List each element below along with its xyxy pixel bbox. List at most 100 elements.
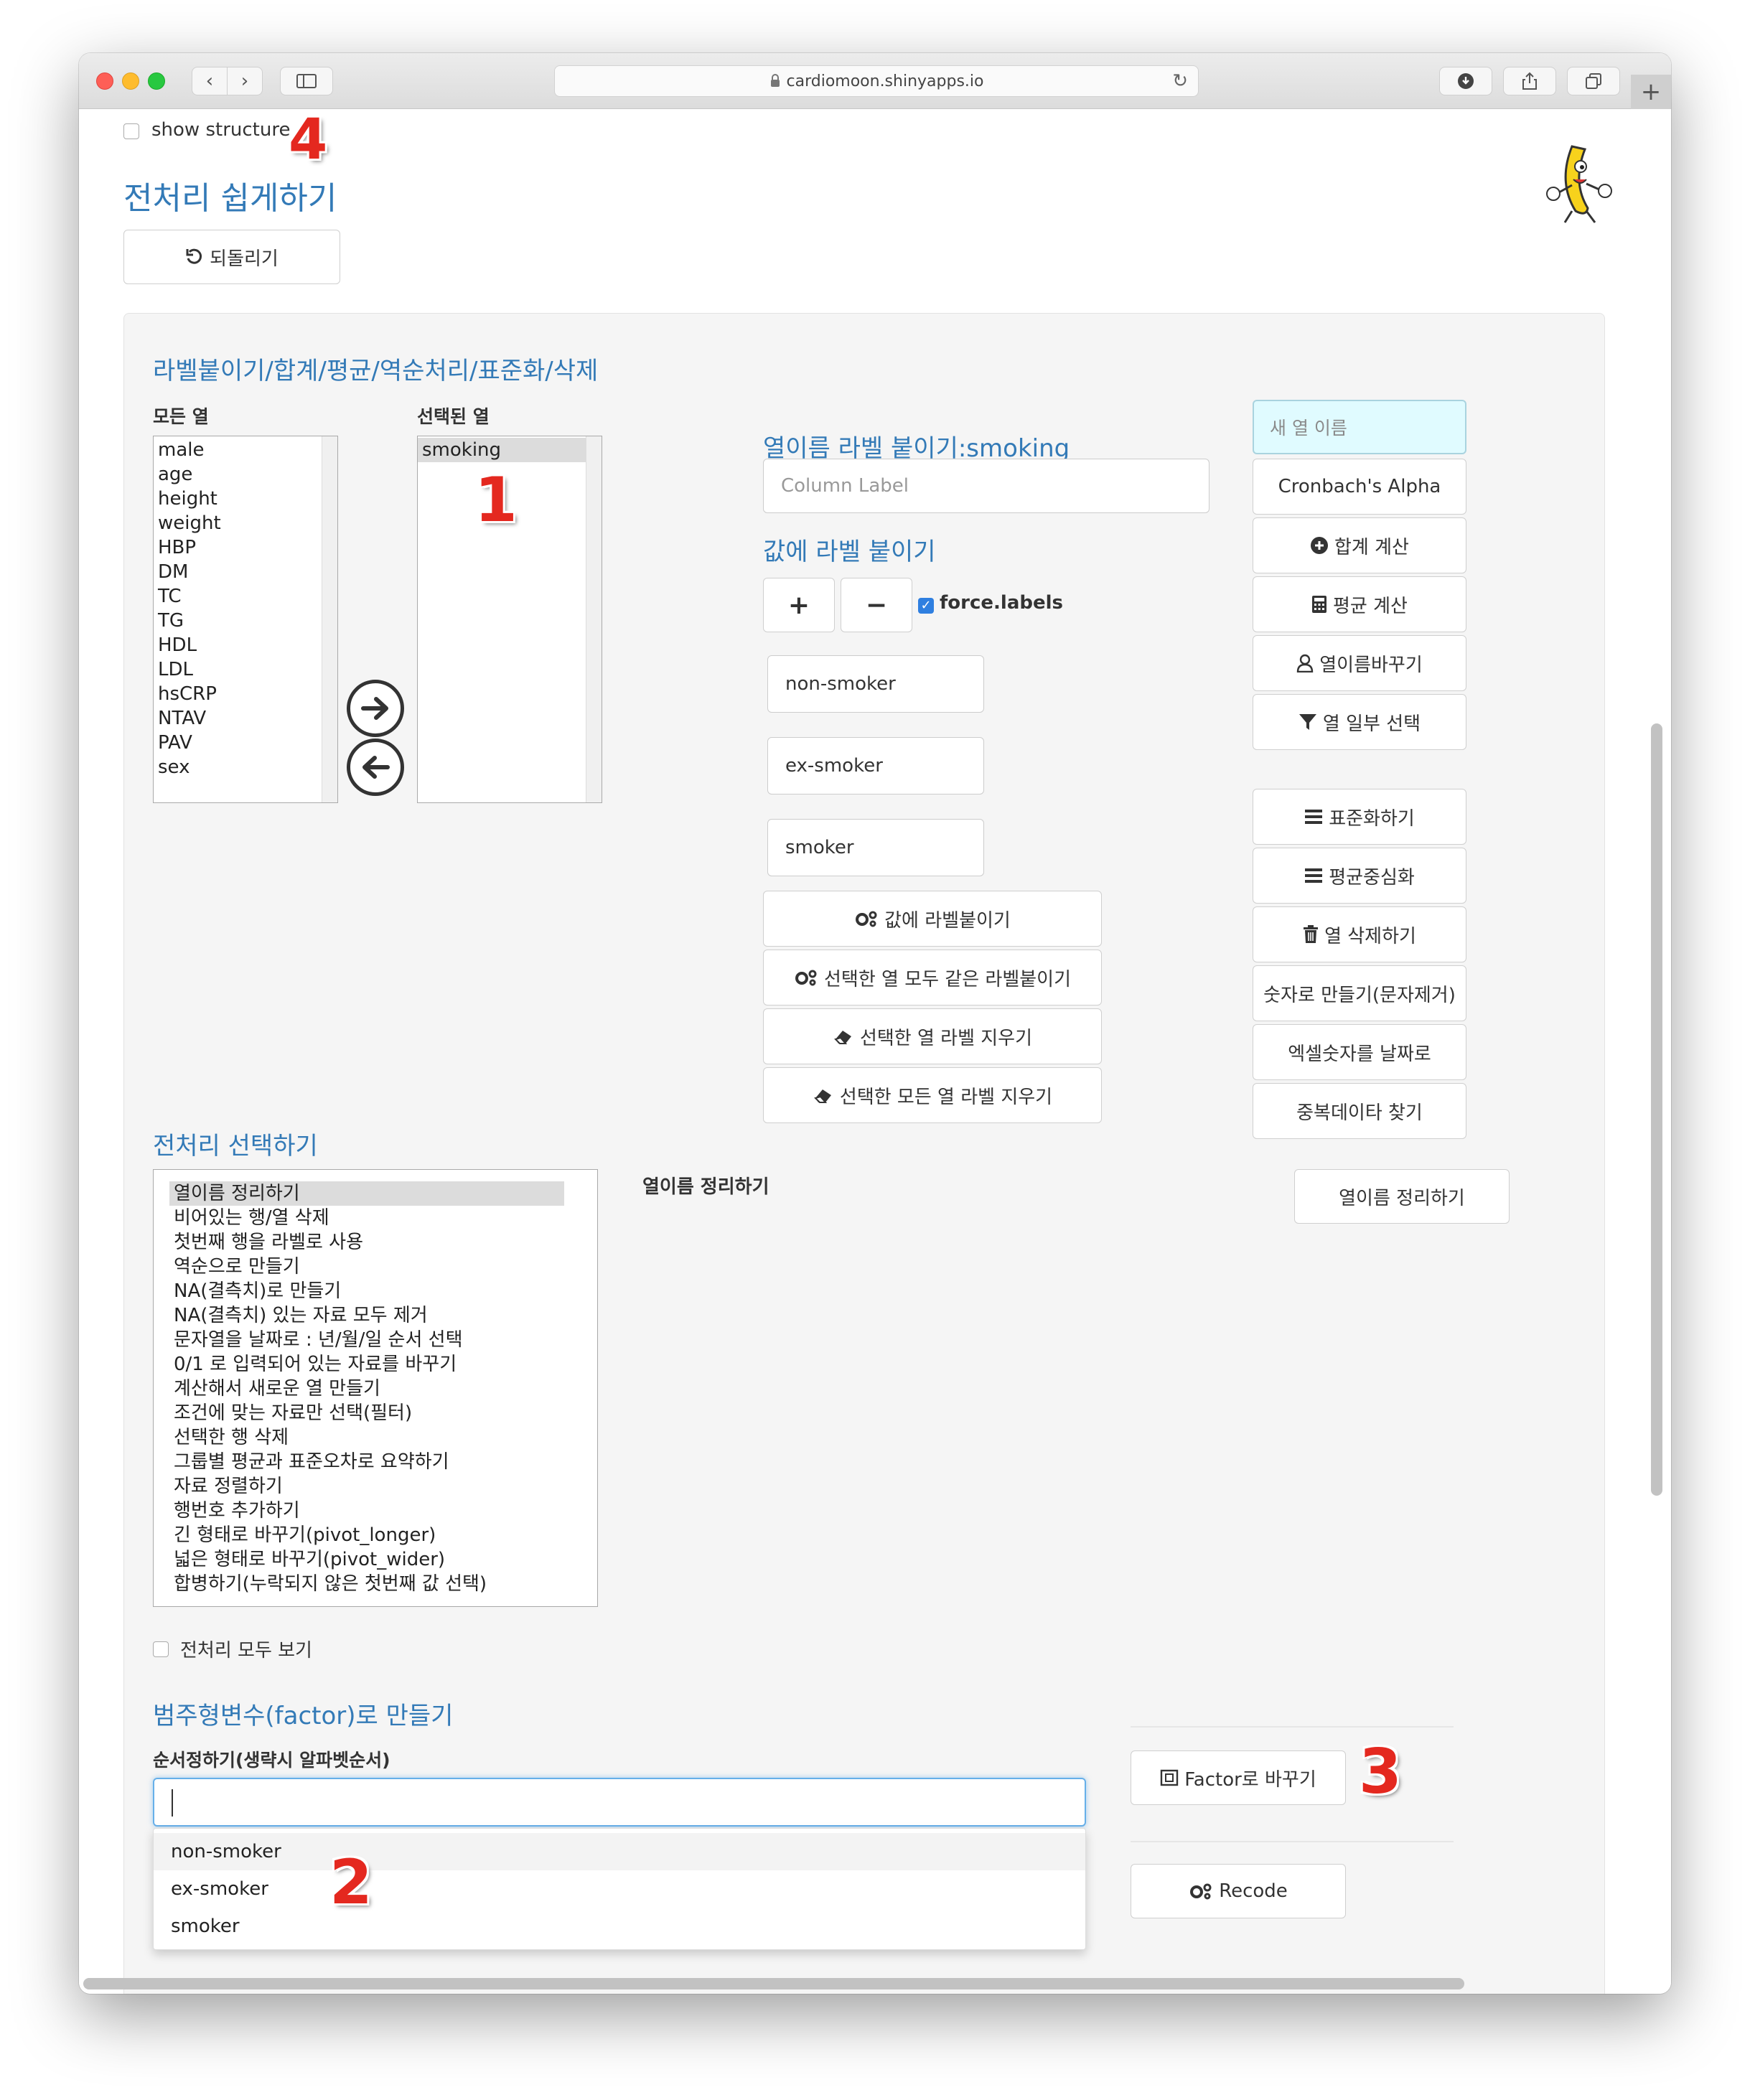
cronbach-alpha-button[interactable]: Cronbach's Alpha	[1253, 459, 1466, 515]
force-labels-checkbox[interactable]: ✓	[918, 598, 934, 614]
horizontal-scrollbar[interactable]	[83, 1978, 1464, 1989]
delete-column-button[interactable]: 열 삭제하기	[1253, 906, 1466, 962]
column-option[interactable]: HDL	[154, 633, 322, 657]
clean-names-button[interactable]: 열이름 정리하기	[1294, 1169, 1510, 1224]
clear-selected-labels-button[interactable]: 선택한 열 라벨 지우기	[763, 1008, 1102, 1064]
preprocess-option[interactable]: 조건에 맞는 자료만 선택(필터)	[169, 1401, 564, 1425]
zoom-window-button[interactable]	[148, 72, 165, 90]
new-column-name-input[interactable]: 새 열 이름	[1253, 400, 1466, 454]
preprocess-option[interactable]: 자료 정렬하기	[169, 1474, 564, 1499]
button-label: 평균중심화	[1329, 866, 1415, 889]
preprocess-option[interactable]: 그룹별 평균과 표준오차로 요약하기	[169, 1450, 564, 1474]
forward-button[interactable]: ›	[227, 67, 263, 95]
dropdown-option[interactable]: ex-smoker	[154, 1870, 1085, 1908]
preprocess-option[interactable]: 긴 형태로 바꾸기(pivot_longer)	[169, 1523, 564, 1547]
dropdown-option[interactable]: smoker	[154, 1908, 1085, 1945]
value-label-input[interactable]: non-smoker	[767, 655, 984, 713]
column-option[interactable]: sex	[154, 755, 322, 779]
preprocess-option[interactable]: 첫번째 행을 라벨로 사용	[169, 1230, 564, 1255]
tabs-overview-button[interactable]	[1567, 67, 1620, 95]
button-label: 열 일부 선택	[1322, 713, 1421, 735]
show-structure-label: show structure	[151, 119, 291, 141]
value-label-input[interactable]: smoker	[767, 819, 984, 876]
apply-value-labels-button[interactable]: 값에 라벨붙이기	[763, 891, 1102, 947]
column-option[interactable]: age	[154, 462, 322, 487]
divider	[1131, 1841, 1454, 1842]
column-option[interactable]: LDL	[154, 657, 322, 682]
column-option[interactable]: weight	[154, 511, 322, 535]
show-structure-checkbox[interactable]	[123, 123, 139, 139]
sum-button[interactable]: 합계 계산	[1253, 517, 1466, 573]
plus-icon: +	[1640, 78, 1662, 106]
all-columns-list[interactable]: male age height weight HBP DM TC TG HDL LDL hsCRP N…	[153, 436, 338, 803]
column-option[interactable]: NTAV	[154, 706, 322, 731]
clear-all-labels-button[interactable]: 선택한 모든 열 라벨 지우기	[763, 1067, 1102, 1123]
button-label: 합계 계산	[1334, 536, 1409, 558]
recode-button[interactable]: Recode	[1131, 1864, 1346, 1918]
preprocess-option[interactable]: NA(결측치)로 만들기	[169, 1279, 564, 1303]
eraser-icon	[833, 1028, 854, 1045]
button-label: 평균 계산	[1333, 595, 1408, 617]
reload-icon[interactable]: ↻	[1172, 70, 1188, 92]
column-option[interactable]: male	[154, 438, 322, 462]
add-value-button[interactable]: +	[763, 578, 835, 632]
preprocess-option[interactable]: 넓은 형태로 바꾸기(pivot_wider)	[169, 1547, 564, 1572]
preprocess-option[interactable]: 합병하기(누락되지 않은 첫번째 값 선택)	[169, 1572, 564, 1596]
move-left-button[interactable]	[347, 739, 404, 796]
share-button[interactable]	[1503, 67, 1556, 95]
address-bar[interactable]: cardiomoon.shinyapps.io ↻	[554, 65, 1199, 97]
preprocess-option[interactable]: 0/1 로 입력되어 있는 자료를 바꾸기	[169, 1352, 564, 1377]
sidebar-toggle-button[interactable]	[280, 67, 333, 95]
all-columns-scrollbar[interactable]	[322, 436, 337, 802]
column-option[interactable]: DM	[154, 560, 322, 584]
standardize-button[interactable]: 표준화하기	[1253, 789, 1466, 845]
factor-convert-button[interactable]: Factor로 바꾸기	[1131, 1750, 1346, 1805]
column-label-input[interactable]: Column Label	[763, 459, 1209, 513]
annotation-3: 3	[1359, 1736, 1402, 1808]
preprocess-option[interactable]: 열이름 정리하기	[169, 1181, 564, 1206]
factor-order-input[interactable]	[153, 1778, 1086, 1827]
rename-column-button[interactable]: 열이름바꾸기	[1253, 635, 1466, 691]
url-text: cardiomoon.shinyapps.io	[786, 72, 984, 90]
column-option[interactable]: HBP	[154, 535, 322, 560]
column-option[interactable]: TC	[154, 584, 322, 609]
remove-value-button[interactable]: −	[841, 578, 912, 632]
preprocess-option[interactable]: 행번호 추가하기	[169, 1499, 564, 1523]
preprocess-option[interactable]: NA(결측치) 있는 자료 모두 제거	[169, 1303, 564, 1328]
close-window-button[interactable]	[96, 72, 113, 90]
cogs-icon	[1190, 1883, 1212, 1900]
downloads-button[interactable]	[1439, 67, 1492, 95]
find-duplicates-button[interactable]: 중복데이타 찾기	[1253, 1083, 1466, 1139]
column-option[interactable]: PAV	[154, 731, 322, 755]
column-option[interactable]: hsCRP	[154, 682, 322, 706]
column-option[interactable]: height	[154, 487, 322, 511]
mean-button[interactable]: 평균 계산	[1253, 576, 1466, 632]
selected-column-option[interactable]: smoking	[418, 438, 586, 462]
list-icon	[1304, 809, 1323, 825]
preprocess-option[interactable]: 문자열을 날짜로 : 년/월/일 순서 선택	[169, 1328, 564, 1352]
preprocess-option[interactable]: 비어있는 행/열 삭제	[169, 1206, 564, 1230]
preprocess-list[interactable]: 열이름 정리하기 비어있는 행/열 삭제 첫번째 행을 라벨로 사용 역순으로 만들기…	[153, 1169, 598, 1607]
value-label-input[interactable]: ex-smoker	[767, 737, 984, 794]
new-tab-button[interactable]: +	[1631, 75, 1671, 109]
move-right-button[interactable]	[347, 680, 404, 737]
select-columns-button[interactable]: 열 일부 선택	[1253, 694, 1466, 750]
eraser-icon	[813, 1087, 834, 1104]
excel-date-button[interactable]: 엑셀숫자를 날짜로	[1253, 1024, 1466, 1080]
preprocess-option[interactable]: 선택한 행 삭제	[169, 1425, 564, 1450]
preprocess-option[interactable]: 역순으로 만들기	[169, 1255, 564, 1279]
dropdown-option[interactable]: non-smoker	[154, 1833, 1085, 1870]
mean-center-button[interactable]: 평균중심화	[1253, 848, 1466, 904]
factor-order-label: 순서정하기(생략시 알파벳순서)	[153, 1750, 390, 1771]
column-option[interactable]: TG	[154, 609, 322, 633]
to-numeric-button[interactable]: 숫자로 만들기(문자제거)	[1253, 965, 1466, 1021]
selected-columns-label: 선택된 열	[417, 406, 490, 427]
vertical-scrollbar[interactable]	[1651, 723, 1662, 1496]
show-all-preprocess-checkbox[interactable]	[153, 1641, 169, 1657]
back-button[interactable]: ‹	[192, 67, 228, 95]
preprocess-option[interactable]: 계산해서 새로운 열 만들기	[169, 1377, 564, 1401]
apply-same-labels-button[interactable]: 선택한 열 모두 같은 라벨붙이기	[763, 950, 1102, 1006]
undo-button[interactable]: 되돌리기	[123, 230, 340, 284]
minimize-window-button[interactable]	[122, 72, 139, 90]
selected-columns-scrollbar[interactable]	[586, 436, 602, 802]
